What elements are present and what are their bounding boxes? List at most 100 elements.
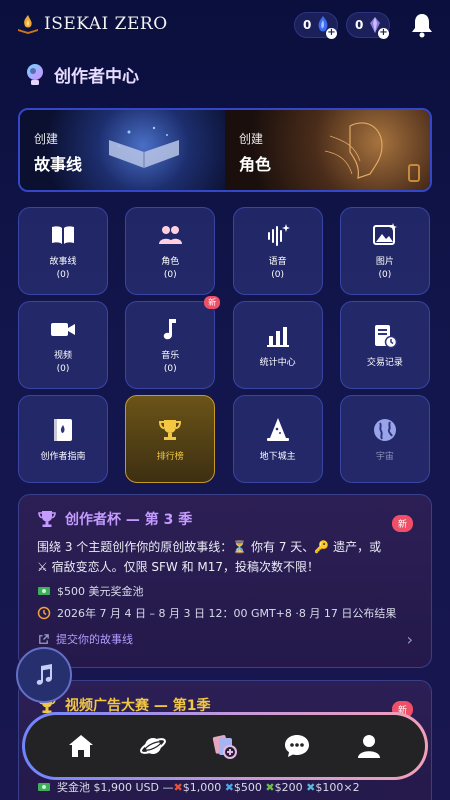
- tile-stats-center[interactable]: 统计中心: [232, 301, 323, 389]
- prize-pool-row: 奖金池 $1,900 USD — ✖ $1,000 ✖ $500 ✖ $200 …: [37, 779, 413, 795]
- tile-count: (0): [56, 364, 70, 374]
- date-row: 2026年 7 月 4 日 – 8 月 3 日 12：00 GMT+8 ·8 月…: [37, 605, 413, 621]
- fourth-prize: $100×2: [315, 780, 360, 794]
- app-header: ISEKAI ZERO 0 + 0 +: [0, 0, 450, 52]
- tile-label: 视频: [53, 351, 72, 361]
- tile-creator-guide[interactable]: 创作者指南: [18, 395, 108, 483]
- first-prize: $1,000: [182, 780, 222, 794]
- money-icon: [38, 783, 50, 791]
- tile-label: 图片: [375, 257, 394, 267]
- tile-count: (0): [271, 270, 284, 280]
- nav-home[interactable]: [63, 728, 99, 764]
- first-prize-icon: ✖: [173, 780, 183, 794]
- tile-universe[interactable]: 宇宙: [339, 395, 430, 483]
- book-icon: [52, 226, 74, 244]
- card-title: 创作者杯 — 第 3 季: [65, 512, 193, 528]
- tile-leaderboard[interactable]: 排行榜: [125, 395, 216, 483]
- image-icon: [372, 223, 397, 245]
- submit-storyline-link[interactable]: 提交你的故事线 ›: [37, 629, 413, 649]
- cards-add-icon: [212, 735, 237, 759]
- home-icon: [69, 735, 93, 757]
- blue-gem-count: 0: [303, 18, 312, 32]
- open-book-icon: [109, 126, 179, 168]
- tile-label: 角色: [161, 257, 180, 267]
- nav-create[interactable]: [207, 728, 243, 764]
- chat-bubble-icon: [285, 735, 309, 757]
- date-text: 2026年 7 月 4 日 – 8 月 3 日 12：00 GMT+8 ·8 月…: [57, 607, 397, 620]
- trophy-icon: [38, 511, 56, 527]
- card-description: 围绕 3 个主题创作你的原创故事线：⏳ 你有 7 天、🔑 遗产，或 ⚔ 宿敌变恋人…: [37, 537, 413, 577]
- nav-profile[interactable]: [351, 728, 387, 764]
- bottom-navigation: [22, 712, 428, 780]
- tile-count: (0): [378, 270, 392, 280]
- users-icon: [159, 226, 183, 244]
- logo-text: ISEKAI ZERO: [44, 14, 168, 34]
- music-note-icon: [36, 664, 52, 685]
- music-note-icon: [164, 319, 177, 340]
- prize-row: $500 美元奖金池: [37, 583, 413, 599]
- tile-images[interactable]: 图片 (0): [339, 207, 430, 295]
- page-title: 创作者中心: [54, 67, 139, 87]
- bottom-navigation-bar: [25, 715, 425, 777]
- nav-messages[interactable]: [279, 728, 315, 764]
- create-character-button[interactable]: 创建 角色: [225, 110, 430, 190]
- tile-label: 宇宙: [375, 451, 394, 462]
- tile-count: (0): [56, 270, 70, 280]
- crossed-swords-icon: ⚔: [37, 560, 48, 574]
- lightbulb-icon: [27, 63, 43, 85]
- music-player-button[interactable]: [16, 647, 72, 703]
- tile-characters[interactable]: 角色 (0): [125, 207, 216, 295]
- add-blue-gem-icon[interactable]: +: [326, 28, 337, 39]
- tile-count: (0): [163, 364, 177, 374]
- tile-video[interactable]: 视频 (0): [18, 301, 108, 389]
- tile-transactions[interactable]: 交易记录: [339, 301, 430, 389]
- new-badge: 新: [204, 296, 221, 309]
- fourth-prize-icon: ✖: [306, 780, 316, 794]
- second-prize: $500: [233, 780, 262, 794]
- tile-label: 语音: [268, 257, 287, 267]
- chevron-right-icon: ›: [406, 629, 413, 649]
- nav-explore[interactable]: [135, 728, 171, 764]
- purple-gem-count: 0: [355, 18, 364, 32]
- desc-part: 宿敌变恋人。仅限 SFW 和 M17，投稿次数不限！: [47, 560, 320, 574]
- desc-part: 围绕 3 个主题创作你的原创故事线：: [37, 540, 233, 554]
- tile-music[interactable]: 音乐 (0) 新: [125, 296, 221, 389]
- card-mark-icon: [408, 164, 420, 182]
- tile-label: 创作者指南: [40, 451, 86, 462]
- link-text: 提交你的故事线: [56, 633, 133, 646]
- desc-part: 遗产，或: [329, 540, 382, 554]
- globe-icon: [373, 418, 396, 441]
- money-icon: [38, 587, 50, 595]
- prize-pool-text: 奖金池 $1,900 USD —: [57, 781, 174, 794]
- bell-icon[interactable]: [410, 12, 434, 38]
- desc-part: 你有 7 天、: [247, 540, 315, 554]
- video-icon: [51, 323, 75, 336]
- tile-dungeon-master[interactable]: 地下城主: [232, 395, 323, 483]
- trophy-icon: [159, 419, 182, 440]
- book-flame-icon: [18, 15, 38, 34]
- third-prize-icon: ✖: [265, 780, 275, 794]
- tile-label: 排行榜: [156, 451, 184, 462]
- tile-count: (0): [163, 270, 177, 280]
- tile-label: 故事线: [49, 257, 77, 267]
- create-storyline-button[interactable]: 创建 故事线: [20, 110, 225, 190]
- external-link-icon: [39, 633, 49, 644]
- create-banner: 创建 故事线 创建 角色: [18, 108, 432, 192]
- receipt-icon: [374, 324, 398, 348]
- bar-chart-icon: [266, 326, 289, 347]
- voice-icon: [267, 224, 290, 246]
- guide-icon: [54, 418, 72, 441]
- clock-icon: [37, 606, 51, 620]
- app-logo[interactable]: ISEKAI ZERO: [16, 12, 168, 36]
- prize-text: $500 美元奖金池: [57, 585, 144, 598]
- tile-storyline[interactable]: 故事线 (0): [18, 207, 108, 295]
- planet-icon: [140, 738, 166, 754]
- tile-voice[interactable]: 语音 (0): [232, 207, 323, 295]
- blue-gem-balance[interactable]: 0 +: [294, 12, 338, 39]
- creator-cup-card[interactable]: 创作者杯 — 第 3 季 新 围绕 3 个主题创作你的原创故事线：⏳ 你有 7 …: [18, 494, 432, 668]
- add-purple-gem-icon[interactable]: +: [378, 28, 389, 39]
- purple-gem-balance[interactable]: 0 +: [346, 12, 390, 39]
- character-silhouette-icon: [324, 122, 383, 179]
- tile-label: 音乐: [161, 351, 180, 361]
- tile-label: 统计中心: [259, 357, 296, 368]
